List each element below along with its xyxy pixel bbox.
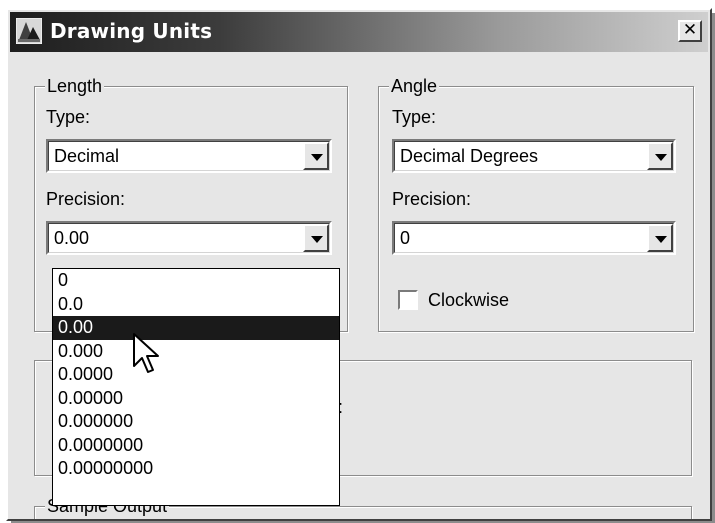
chevron-down-icon[interactable] — [303, 224, 329, 252]
precision-option[interactable]: 0.000 — [53, 340, 339, 364]
angle-precision-value: 0 — [400, 228, 411, 248]
angle-type-label: Type: — [392, 107, 437, 127]
length-precision-select-frame — [48, 223, 330, 253]
precision-option[interactable]: 0.000000 — [53, 410, 339, 434]
angle-precision-select-frame — [394, 223, 674, 253]
mouse-pointer-icon — [133, 333, 159, 373]
precision-option[interactable]: 0.00000 — [53, 387, 339, 411]
length-type-select[interactable]: Decimal — [46, 139, 332, 173]
precision-option-selected[interactable]: 0.00 — [53, 316, 339, 340]
length-precision-label: Precision: — [46, 189, 126, 209]
drawing-units-app-icon — [16, 18, 42, 44]
length-precision-select[interactable]: 0.00 — [46, 221, 332, 255]
clockwise-label[interactable]: Clockwise — [428, 289, 509, 311]
precision-option[interactable]: 0.00000000 — [53, 457, 339, 481]
dialog-title: Drawing Units — [50, 19, 213, 43]
angle-type-select[interactable]: Decimal Degrees — [392, 139, 676, 173]
precision-option[interactable]: 0.0000 — [53, 363, 339, 387]
sample-output-group: Sample Output — [34, 495, 692, 519]
title-bar[interactable]: Drawing Units ✕ — [10, 12, 708, 52]
clockwise-checkbox[interactable] — [398, 290, 418, 310]
angle-precision-label: Precision: — [392, 189, 472, 209]
precision-option[interactable]: 0 — [53, 269, 339, 293]
length-precision-dropdown-list[interactable]: 0 0.0 0.00 0.000 0.0000 0.00000 0.000000… — [52, 268, 340, 506]
angle-group-label: Angle — [389, 75, 440, 97]
length-type-value: Decimal — [54, 146, 120, 166]
chevron-down-icon[interactable] — [647, 142, 673, 170]
drawing-units-dialog: Drawing Units ✕ Length Type: Decimal Pre… — [6, 8, 712, 521]
chevron-down-icon[interactable] — [647, 224, 673, 252]
chevron-down-icon[interactable] — [303, 142, 329, 170]
angle-precision-select[interactable]: 0 — [392, 221, 676, 255]
length-type-label: Type: — [46, 107, 91, 127]
precision-option[interactable]: 0.0 — [53, 293, 339, 317]
length-group-label: Length — [45, 75, 105, 97]
precision-option[interactable]: 0.0000000 — [53, 434, 339, 458]
angle-type-value: Decimal Degrees — [400, 146, 539, 166]
length-precision-value: 0.00 — [54, 228, 90, 248]
close-button[interactable]: ✕ — [678, 20, 702, 42]
